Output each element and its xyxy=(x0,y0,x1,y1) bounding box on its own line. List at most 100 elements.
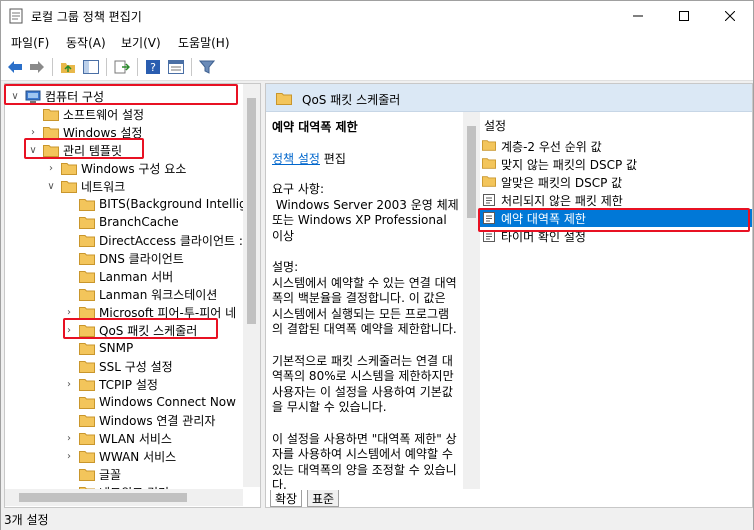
tree-horizontal-scrollbar[interactable] xyxy=(5,489,243,506)
svg-text:?: ? xyxy=(150,61,156,74)
folder-icon xyxy=(43,126,59,139)
tree-item[interactable]: ∨ 컴퓨터 구성 xyxy=(9,87,104,105)
setting-label: 타이머 확인 설정 xyxy=(501,229,586,244)
menu-view[interactable]: 보기(V) xyxy=(121,34,161,51)
setting-row[interactable]: 맞지 않는 패킷의 DSCP 값 xyxy=(480,155,752,173)
setting-row[interactable]: 계층-2 우선 순위 값 xyxy=(480,137,752,155)
tree-item[interactable]: › Microsoft 피어-투-피어 네 xyxy=(63,303,236,321)
tree-item[interactable]: › WWAN 서비스 xyxy=(63,447,176,465)
tree-item[interactable]: 글꼴 xyxy=(63,465,121,483)
properties-icon xyxy=(168,60,184,74)
setting-row[interactable]: 알맞은 패킷의 DSCP 값 xyxy=(480,173,752,191)
folder-icon xyxy=(79,288,95,301)
minimize-icon xyxy=(633,15,643,17)
filter-button[interactable] xyxy=(197,57,217,77)
tree-item[interactable]: Windows Connect Now xyxy=(63,393,236,411)
menu-help[interactable]: 도움말(H) xyxy=(178,34,230,51)
policy-setting-icon xyxy=(482,211,496,225)
folder-icon xyxy=(79,324,95,337)
tree-item-label: DirectAccess 클라이언트 : xyxy=(99,233,243,248)
edit-policy-link[interactable]: 정책 설정 xyxy=(272,152,320,166)
close-button[interactable] xyxy=(707,1,753,31)
minimize-button[interactable] xyxy=(615,1,661,31)
tree-item[interactable]: BITS(Background Intellige xyxy=(63,195,254,213)
tree-item[interactable]: › Windows 설정 xyxy=(27,123,142,141)
tree-pane: ∨ 컴퓨터 구성 소프트웨어 설정 › Windows 설정 ∨ 관리 템플릿 › Window… xyxy=(4,83,261,508)
close-icon xyxy=(725,11,735,21)
show-hide-tree-button[interactable] xyxy=(81,57,101,77)
folder-icon xyxy=(482,139,496,153)
description-title: 예약 대역폭 제한 xyxy=(272,120,358,134)
tree-item[interactable]: ∨ 네트워크 xyxy=(45,177,125,195)
tree-item-label: WLAN 서비스 xyxy=(99,431,172,446)
collapse-chevron-icon[interactable]: ∨ xyxy=(27,144,39,156)
tree-item-label: 컴퓨터 구성 xyxy=(45,89,105,104)
setting-row[interactable]: 예약 대역폭 제한 xyxy=(480,209,752,227)
tree-item-label: Lanman 서버 xyxy=(99,269,174,284)
description-scroll-thumb[interactable] xyxy=(467,126,476,218)
setting-row[interactable]: 타이머 확인 설정 xyxy=(480,227,752,245)
expand-chevron-icon[interactable]: › xyxy=(63,450,75,462)
tree-vertical-scrollbar[interactable] xyxy=(243,84,260,487)
status-text: 3개 설정 xyxy=(4,513,49,527)
tab-extended[interactable]: 확장 xyxy=(270,490,303,507)
expand-chevron-icon[interactable]: › xyxy=(45,162,57,174)
setting-row[interactable]: 처리되지 않은 패킷 제한 xyxy=(480,191,752,209)
tab-standard[interactable]: 표준 xyxy=(307,490,340,507)
collapse-chevron-icon[interactable]: ∨ xyxy=(45,180,57,192)
menu-action[interactable]: 동작(A) xyxy=(66,34,106,51)
tree-item[interactable]: Windows 연결 관리자 xyxy=(63,411,215,429)
tree-item[interactable]: SNMP xyxy=(63,339,133,357)
tree-vertical-scroll-thumb[interactable] xyxy=(247,98,256,324)
tree-item[interactable]: › WLAN 서비스 xyxy=(63,429,172,447)
expand-chevron-icon[interactable]: › xyxy=(63,306,75,318)
description-scrollbar[interactable] xyxy=(463,112,480,489)
folder-icon xyxy=(79,450,95,463)
tree-item[interactable]: DirectAccess 클라이언트 : xyxy=(63,231,243,249)
tree-item[interactable]: ∨ 관리 템플릿 xyxy=(27,141,122,159)
up-folder-icon xyxy=(61,63,75,73)
tree-item[interactable]: SSL 구성 설정 xyxy=(63,357,173,375)
tree-item[interactable]: Lanman 워크스테이션 xyxy=(63,285,217,303)
tree-horizontal-scroll-thumb[interactable] xyxy=(19,493,187,502)
settings-column-header: 설정 xyxy=(484,119,507,133)
forward-button[interactable] xyxy=(27,57,47,77)
tree-item[interactable]: › TCPIP 설정 xyxy=(63,375,158,393)
window-title: 로컬 그룹 정책 편집기 xyxy=(31,10,142,24)
tree-item-label: Microsoft 피어-투-피어 네 xyxy=(99,305,237,320)
up-folder-button[interactable] xyxy=(58,57,78,77)
export-list-icon xyxy=(114,60,130,74)
tree-item[interactable]: DNS 클라이언트 xyxy=(63,249,184,267)
expand-chevron-icon[interactable]: › xyxy=(63,378,75,390)
tree-item[interactable]: › QoS 패킷 스케줄러 xyxy=(63,321,197,339)
help-button[interactable]: ? xyxy=(143,57,163,77)
back-button[interactable] xyxy=(5,57,25,77)
setting-label: 처리되지 않은 패킷 제한 xyxy=(501,193,623,208)
tree-item[interactable]: BranchCache xyxy=(63,213,179,231)
menu-file[interactable]: 파일(F) xyxy=(11,34,49,51)
expand-chevron-icon[interactable]: › xyxy=(63,432,75,444)
help-icon: ? xyxy=(146,60,160,74)
details-header-title: QoS 패킷 스케줄러 xyxy=(302,93,401,107)
folder-icon xyxy=(79,360,95,373)
folder-icon xyxy=(276,93,292,105)
extended-description: 예약 대역폭 제한 정책 설정 편집 요구 사항: Windows Server… xyxy=(266,112,466,489)
properties-button[interactable] xyxy=(166,57,186,77)
tree-item-label: 관리 템플릿 xyxy=(63,143,123,158)
maximize-button[interactable] xyxy=(661,1,707,31)
collapse-chevron-icon[interactable]: ∨ xyxy=(9,90,21,102)
folder-icon xyxy=(79,468,95,481)
expand-chevron-icon[interactable]: › xyxy=(63,324,75,336)
tree-item-label: TCPIP 설정 xyxy=(99,377,158,392)
tree-item[interactable]: › Windows 구성 요소 xyxy=(45,159,186,177)
tree-item-label: BITS(Background Intellige xyxy=(99,197,255,211)
folder-icon xyxy=(79,198,95,211)
export-list-button[interactable] xyxy=(112,57,132,77)
tree-item-label: 글꼴 xyxy=(99,467,122,482)
tree-item[interactable]: 소프트웨어 설정 xyxy=(27,105,144,123)
tree-item[interactable]: Lanman 서버 xyxy=(63,267,173,285)
policy-setting-icon xyxy=(482,193,496,207)
expand-chevron-icon[interactable]: › xyxy=(27,126,39,138)
